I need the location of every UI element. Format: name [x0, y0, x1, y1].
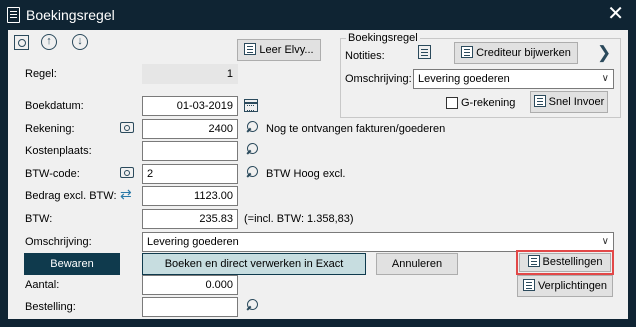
aantal-field[interactable]: 0.000 [142, 275, 238, 295]
btw-code-description: BTW Hoog excl. [266, 168, 346, 180]
bedrag-field[interactable]: 1123.00 [142, 186, 238, 206]
regel-label: Regel: [25, 68, 57, 80]
rekening-description: Nog te ontvangen fakturen/goederen [266, 123, 446, 135]
group-omschrijving-label: Omschrijving: [345, 73, 412, 85]
omschrijving-select[interactable]: Levering goederen ∨ [142, 232, 614, 252]
notities-label: Notities: [345, 50, 385, 62]
snel-invoer-label: Snel Invoer [548, 96, 605, 108]
btw-code-label: BTW-code: [25, 168, 80, 180]
account-card-icon[interactable] [120, 122, 134, 133]
title-bar: Boekingsregel ✕ [0, 0, 636, 30]
regel-field: 1 [142, 64, 238, 84]
btw-code-field[interactable]: 2 [142, 164, 238, 184]
form-icon [527, 255, 540, 267]
notes-icon[interactable] [418, 45, 431, 59]
bedrag-label: Bedrag excl. BTW: [25, 190, 117, 202]
arrow-down-icon[interactable]: ↓ [72, 34, 88, 50]
group-title: Boekingsregel [346, 32, 420, 44]
btw-label: BTW: [25, 213, 53, 225]
chevron-right-icon[interactable]: ❯ [597, 44, 611, 61]
leer-elvy-button[interactable]: Leer Elvy... [237, 39, 321, 61]
leer-elvy-label: Leer Elvy... [259, 44, 314, 56]
form-icon [522, 279, 535, 291]
omschrijving-label: Omschrijving: [25, 236, 92, 248]
window-title: Boekingsregel [26, 7, 115, 23]
crediteur-bijwerken-button[interactable]: Crediteur bijwerken [454, 42, 578, 64]
swap-icon[interactable]: ⇄ [120, 187, 132, 201]
bestelling-label: Bestelling: [25, 301, 76, 313]
chevron-down-icon: ∨ [601, 73, 609, 84]
g-rekening-checkbox[interactable] [446, 97, 458, 109]
verplichtingen-button[interactable]: Verplichtingen [517, 275, 613, 297]
chevron-down-icon: ∨ [601, 236, 609, 247]
boekdatum-label: Boekdatum: [25, 100, 84, 112]
group-omschrijving-value: Levering goederen [418, 73, 510, 85]
snel-invoer-button[interactable]: Snel Invoer [530, 91, 608, 113]
search-icon[interactable] [245, 298, 259, 314]
form-icon [461, 46, 474, 58]
group-omschrijving-select[interactable]: Levering goederen ∨ [413, 69, 614, 89]
rekening-label: Rekening: [25, 123, 75, 135]
form-icon [244, 43, 257, 55]
rekening-field[interactable]: 2400 [142, 119, 238, 139]
account-card-icon[interactable] [120, 167, 134, 178]
search-icon[interactable] [245, 165, 259, 181]
settings-icon[interactable] [14, 35, 29, 50]
document-icon [7, 7, 20, 23]
bestelling-field[interactable] [142, 297, 238, 317]
verplichtingen-label: Verplichtingen [537, 280, 608, 292]
search-icon[interactable] [245, 142, 259, 158]
crediteur-bijwerken-label: Crediteur bijwerken [476, 47, 571, 59]
annuleren-button[interactable]: Annuleren [376, 253, 458, 275]
dialog-body: ↑ ↓ Leer Elvy... Boekingsregel Notities:… [8, 30, 628, 319]
close-icon[interactable]: ✕ [607, 3, 624, 25]
bewaren-button[interactable]: Bewaren [24, 253, 120, 275]
arrow-up-icon[interactable]: ↑ [41, 34, 57, 50]
btw-field[interactable]: 235.83 [142, 209, 238, 229]
omschrijving-value: Levering goederen [147, 236, 239, 248]
bestellingen-button[interactable]: Bestellingen [519, 253, 611, 272]
boeken-button[interactable]: Boeken en direct verwerken in Exact [142, 253, 366, 275]
calendar-icon[interactable] [244, 99, 258, 112]
form-icon [533, 95, 546, 107]
btw-incl-note: (=incl. BTW: 1.358,83) [244, 213, 354, 225]
kostenplaats-label: Kostenplaats: [25, 145, 92, 157]
aantal-label: Aantal: [25, 279, 60, 291]
search-icon[interactable] [245, 120, 259, 136]
g-rekening-label: G-rekening [461, 97, 516, 109]
kostenplaats-field[interactable] [142, 141, 238, 161]
boekdatum-field[interactable]: 01-03-2019 [142, 96, 238, 116]
bestellingen-label: Bestellingen [542, 256, 603, 268]
dialog-window: Boekingsregel ✕ ↑ ↓ Leer Elvy... Boeking… [0, 0, 636, 327]
